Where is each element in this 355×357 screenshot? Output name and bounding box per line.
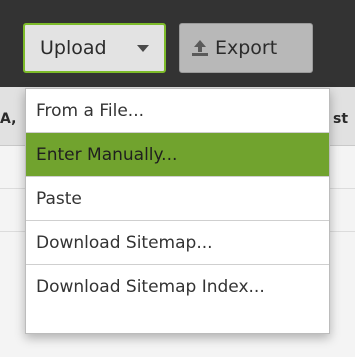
caret-down-icon (137, 45, 149, 52)
export-button[interactable]: Export (179, 23, 313, 73)
menu-item-label: Download Sitemap... (36, 232, 213, 253)
menu-item-paste[interactable]: Paste (26, 177, 329, 220)
menu-item-label: From a File... (36, 100, 145, 121)
menu-item-label: Paste (36, 188, 82, 209)
export-button-label: Export (215, 37, 278, 59)
menu-item-download-sitemap-index[interactable]: Download Sitemap Index... (26, 265, 329, 308)
column-header-partial: A, (0, 111, 17, 127)
menu-item-from-file[interactable]: From a File... (26, 89, 329, 132)
upload-button[interactable]: Upload (23, 23, 166, 73)
menu-item-enter-manually[interactable]: Enter Manually... (26, 133, 329, 176)
menu-item-label: Enter Manually... (36, 144, 178, 165)
toolbar: Upload Export (0, 0, 355, 87)
upload-dropdown-menu: From a File... Enter Manually... Paste D… (25, 88, 330, 334)
upload-button-label: Upload (40, 37, 107, 59)
menu-item-download-sitemap[interactable]: Download Sitemap... (26, 221, 329, 264)
upload-icon (192, 40, 208, 56)
menu-item-label: Download Sitemap Index... (36, 276, 265, 297)
column-header-partial-right: st (333, 111, 349, 127)
